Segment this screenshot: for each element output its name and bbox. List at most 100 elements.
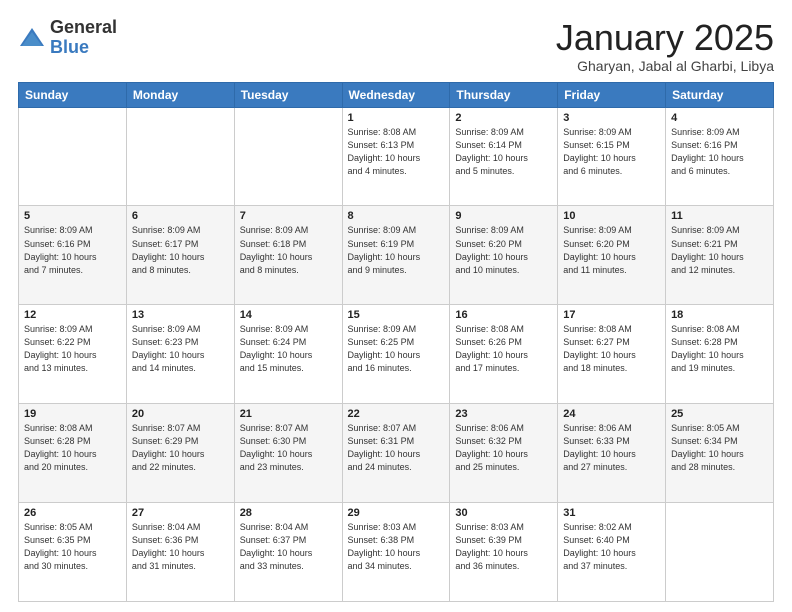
day-info: Sunrise: 8:03 AM Sunset: 6:38 PM Dayligh… — [348, 521, 445, 573]
day-info: Sunrise: 8:04 AM Sunset: 6:36 PM Dayligh… — [132, 521, 229, 573]
day-info: Sunrise: 8:07 AM Sunset: 6:30 PM Dayligh… — [240, 422, 337, 474]
day-cell-24: 24Sunrise: 8:06 AM Sunset: 6:33 PM Dayli… — [558, 404, 666, 503]
day-header-friday: Friday — [558, 82, 666, 107]
day-info: Sunrise: 8:09 AM Sunset: 6:20 PM Dayligh… — [563, 224, 660, 276]
empty-cell — [234, 107, 342, 206]
day-info: Sunrise: 8:04 AM Sunset: 6:37 PM Dayligh… — [240, 521, 337, 573]
day-info: Sunrise: 8:07 AM Sunset: 6:31 PM Dayligh… — [348, 422, 445, 474]
day-header-tuesday: Tuesday — [234, 82, 342, 107]
day-number: 20 — [132, 408, 229, 420]
day-info: Sunrise: 8:08 AM Sunset: 6:13 PM Dayligh… — [348, 126, 445, 178]
calendar-header-row: SundayMondayTuesdayWednesdayThursdayFrid… — [19, 82, 774, 107]
day-cell-2: 2Sunrise: 8:09 AM Sunset: 6:14 PM Daylig… — [450, 107, 558, 206]
day-number: 25 — [671, 408, 768, 420]
day-number: 6 — [132, 210, 229, 222]
day-info: Sunrise: 8:09 AM Sunset: 6:23 PM Dayligh… — [132, 323, 229, 375]
day-cell-8: 8Sunrise: 8:09 AM Sunset: 6:19 PM Daylig… — [342, 206, 450, 305]
day-info: Sunrise: 8:02 AM Sunset: 6:40 PM Dayligh… — [563, 521, 660, 573]
day-info: Sunrise: 8:06 AM Sunset: 6:33 PM Dayligh… — [563, 422, 660, 474]
calendar-week-1: 1 Sunrise: 8:08 AM Sunset: 6:13 PM Daylig… — [19, 107, 774, 206]
day-number: 14 — [240, 309, 337, 321]
day-cell-5: 5Sunrise: 8:09 AM Sunset: 6:16 PM Daylig… — [19, 206, 127, 305]
day-number: 22 — [348, 408, 445, 420]
title-block: January 2025 Gharyan, Jabal al Gharbi, L… — [556, 18, 774, 74]
day-header-saturday: Saturday — [666, 82, 774, 107]
day-cell-18: 18Sunrise: 8:08 AM Sunset: 6:28 PM Dayli… — [666, 305, 774, 404]
day-number: 5 — [24, 210, 121, 222]
empty-cell — [666, 503, 774, 602]
day-number: 26 — [24, 507, 121, 519]
empty-cell — [19, 107, 127, 206]
day-info: Sunrise: 8:09 AM Sunset: 6:16 PM Dayligh… — [671, 126, 768, 178]
day-info: Sunrise: 8:08 AM Sunset: 6:27 PM Dayligh… — [563, 323, 660, 375]
day-number: 17 — [563, 309, 660, 321]
day-number: 1 — [348, 112, 445, 124]
day-header-sunday: Sunday — [19, 82, 127, 107]
day-info: Sunrise: 8:03 AM Sunset: 6:39 PM Dayligh… — [455, 521, 552, 573]
day-info: Sunrise: 8:07 AM Sunset: 6:29 PM Dayligh… — [132, 422, 229, 474]
day-info: Sunrise: 8:09 AM Sunset: 6:25 PM Dayligh… — [348, 323, 445, 375]
day-info: Sunrise: 8:08 AM Sunset: 6:28 PM Dayligh… — [24, 422, 121, 474]
month-title: January 2025 — [556, 18, 774, 58]
day-number: 3 — [563, 112, 660, 124]
day-info: Sunrise: 8:05 AM Sunset: 6:35 PM Dayligh… — [24, 521, 121, 573]
day-number: 21 — [240, 408, 337, 420]
day-cell-30: 30 Sunrise: 8:03 AM Sunset: 6:39 PM Dayli… — [450, 503, 558, 602]
day-info: Sunrise: 8:09 AM Sunset: 6:15 PM Dayligh… — [563, 126, 660, 178]
day-header-thursday: Thursday — [450, 82, 558, 107]
day-info: Sunrise: 8:09 AM Sunset: 6:24 PM Dayligh… — [240, 323, 337, 375]
day-cell-17: 17 Sunrise: 8:08 AM Sunset: 6:27 PM Dayli… — [558, 305, 666, 404]
day-number: 29 — [348, 507, 445, 519]
day-number: 31 — [563, 507, 660, 519]
day-cell-7: 7Sunrise: 8:09 AM Sunset: 6:18 PM Daylig… — [234, 206, 342, 305]
day-cell-3: 3 Sunrise: 8:09 AM Sunset: 6:15 PM Daylig… — [558, 107, 666, 206]
day-header-wednesday: Wednesday — [342, 82, 450, 107]
day-cell-13: 13 Sunrise: 8:09 AM Sunset: 6:23 PM Dayli… — [126, 305, 234, 404]
day-number: 9 — [455, 210, 552, 222]
day-info: Sunrise: 8:08 AM Sunset: 6:28 PM Dayligh… — [671, 323, 768, 375]
day-info: Sunrise: 8:09 AM Sunset: 6:14 PM Dayligh… — [455, 126, 552, 178]
day-info: Sunrise: 8:09 AM Sunset: 6:20 PM Dayligh… — [455, 224, 552, 276]
day-number: 12 — [24, 309, 121, 321]
logo-general: General — [50, 18, 117, 38]
logo-icon — [18, 24, 46, 52]
calendar-week-5: 26 Sunrise: 8:05 AM Sunset: 6:35 PM Dayli… — [19, 503, 774, 602]
day-cell-1: 1 Sunrise: 8:08 AM Sunset: 6:13 PM Daylig… — [342, 107, 450, 206]
day-cell-28: 28 Sunrise: 8:04 AM Sunset: 6:37 PM Dayli… — [234, 503, 342, 602]
day-cell-21: 21 Sunrise: 8:07 AM Sunset: 6:30 PM Dayli… — [234, 404, 342, 503]
day-cell-22: 22 Sunrise: 8:07 AM Sunset: 6:31 PM Dayli… — [342, 404, 450, 503]
logo: General Blue — [18, 18, 117, 58]
day-number: 30 — [455, 507, 552, 519]
day-number: 28 — [240, 507, 337, 519]
logo-blue: Blue — [50, 38, 117, 58]
day-cell-6: 6Sunrise: 8:09 AM Sunset: 6:17 PM Daylig… — [126, 206, 234, 305]
header: General Blue January 2025 Gharyan, Jabal… — [18, 18, 774, 74]
day-number: 4 — [671, 112, 768, 124]
day-info: Sunrise: 8:05 AM Sunset: 6:34 PM Dayligh… — [671, 422, 768, 474]
empty-cell — [126, 107, 234, 206]
day-info: Sunrise: 8:09 AM Sunset: 6:22 PM Dayligh… — [24, 323, 121, 375]
day-cell-10: 10 Sunrise: 8:09 AM Sunset: 6:20 PM Dayli… — [558, 206, 666, 305]
day-cell-19: 19Sunrise: 8:08 AM Sunset: 6:28 PM Dayli… — [19, 404, 127, 503]
calendar-week-3: 12 Sunrise: 8:09 AM Sunset: 6:22 PM Dayli… — [19, 305, 774, 404]
day-number: 16 — [455, 309, 552, 321]
day-number: 23 — [455, 408, 552, 420]
day-number: 27 — [132, 507, 229, 519]
calendar-week-2: 5Sunrise: 8:09 AM Sunset: 6:16 PM Daylig… — [19, 206, 774, 305]
day-cell-9: 9 Sunrise: 8:09 AM Sunset: 6:20 PM Daylig… — [450, 206, 558, 305]
calendar-week-4: 19Sunrise: 8:08 AM Sunset: 6:28 PM Dayli… — [19, 404, 774, 503]
day-cell-31: 31 Sunrise: 8:02 AM Sunset: 6:40 PM Dayli… — [558, 503, 666, 602]
day-cell-12: 12 Sunrise: 8:09 AM Sunset: 6:22 PM Dayli… — [19, 305, 127, 404]
day-info: Sunrise: 8:09 AM Sunset: 6:19 PM Dayligh… — [348, 224, 445, 276]
day-cell-20: 20 Sunrise: 8:07 AM Sunset: 6:29 PM Dayli… — [126, 404, 234, 503]
day-cell-25: 25 Sunrise: 8:05 AM Sunset: 6:34 PM Dayli… — [666, 404, 774, 503]
day-info: Sunrise: 8:09 AM Sunset: 6:18 PM Dayligh… — [240, 224, 337, 276]
day-info: Sunrise: 8:06 AM Sunset: 6:32 PM Dayligh… — [455, 422, 552, 474]
day-cell-11: 11Sunrise: 8:09 AM Sunset: 6:21 PM Dayli… — [666, 206, 774, 305]
calendar-table: SundayMondayTuesdayWednesdayThursdayFrid… — [18, 82, 774, 602]
day-info: Sunrise: 8:08 AM Sunset: 6:26 PM Dayligh… — [455, 323, 552, 375]
day-number: 10 — [563, 210, 660, 222]
day-cell-26: 26 Sunrise: 8:05 AM Sunset: 6:35 PM Dayli… — [19, 503, 127, 602]
day-number: 13 — [132, 309, 229, 321]
location: Gharyan, Jabal al Gharbi, Libya — [556, 58, 774, 74]
